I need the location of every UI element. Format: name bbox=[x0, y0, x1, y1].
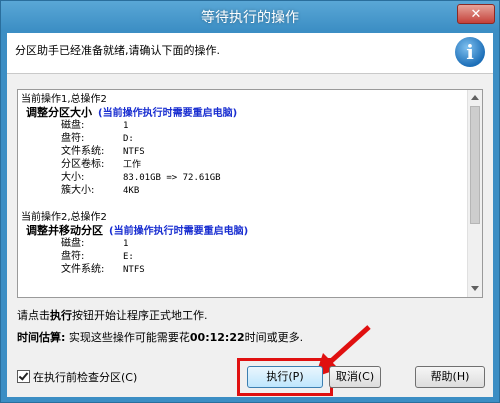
operation-1-field: 磁盘: 1 bbox=[21, 119, 465, 132]
info-icon: i bbox=[455, 37, 485, 67]
dialog-header: 分区助手已经准备就绪,请确认下面的操作. i bbox=[7, 33, 493, 74]
operation-2-title-row: 调整并移动分区 (当前操作执行时需要重启电脑) bbox=[21, 224, 465, 237]
operation-1-field: 簇大小: 4KB bbox=[21, 184, 465, 197]
operation-list-content: 当前操作1,总操作2 调整分区大小 (当前操作执行时需要重启电脑) 磁盘: 1 盘符… bbox=[21, 93, 465, 276]
operation-list[interactable]: 当前操作1,总操作2 调整分区大小 (当前操作执行时需要重启电脑) 磁盘: 1 盘符… bbox=[17, 89, 483, 298]
execute-button[interactable]: 执行(P) bbox=[247, 366, 323, 388]
estimate-time: 00:12:22 bbox=[189, 331, 245, 344]
field-value: 工作 bbox=[123, 160, 142, 170]
scroll-up-icon[interactable] bbox=[471, 95, 479, 100]
hint-suffix: 按钮开始让程序正式地工作. bbox=[72, 309, 208, 322]
operation-2-field: 盘符: E: bbox=[21, 250, 465, 263]
field-value: D: bbox=[123, 134, 134, 144]
hint-prefix: 请点击 bbox=[17, 309, 50, 322]
operation-2-field: 文件系统: NTFS bbox=[21, 263, 465, 276]
field-value: 1 bbox=[123, 239, 129, 249]
field-key: 盘符: bbox=[61, 133, 85, 144]
vertical-scrollbar[interactable] bbox=[467, 90, 482, 297]
check-partition-option[interactable]: 在执行前检查分区(C) bbox=[17, 369, 137, 385]
time-estimate: 时间估算: 实现这些操作可能需要花00:12:22时间或更多. bbox=[17, 329, 303, 345]
operation-2-field: 磁盘: 1 bbox=[21, 237, 465, 250]
field-key: 磁盘: bbox=[61, 120, 85, 131]
field-value: 1 bbox=[123, 121, 129, 131]
operation-1-field: 盘符: D: bbox=[21, 132, 465, 145]
window-title: 等待执行的操作 bbox=[201, 10, 299, 26]
field-key: 文件系统: bbox=[61, 264, 105, 275]
field-value: NTFS bbox=[123, 147, 145, 157]
hint-bold: 执行 bbox=[50, 309, 72, 322]
operation-1-field: 分区卷标: 工作 bbox=[21, 158, 465, 171]
field-key: 文件系统: bbox=[61, 146, 105, 157]
scroll-down-icon[interactable] bbox=[471, 286, 479, 291]
estimate-label: 时间估算: bbox=[17, 331, 66, 344]
scroll-thumb[interactable] bbox=[470, 106, 480, 224]
operation-1-title-row: 调整分区大小 (当前操作执行时需要重启电脑) bbox=[21, 106, 465, 119]
operation-2-note: (当前操作执行时需要重启电脑) bbox=[109, 226, 249, 237]
title-bar[interactable]: 等待执行的操作 ✕ bbox=[1, 1, 499, 33]
execute-hint: 请点击执行按钮开始让程序正式地工作. bbox=[17, 307, 208, 323]
field-value: NTFS bbox=[123, 265, 145, 275]
check-partition-checkbox[interactable] bbox=[17, 370, 30, 383]
operation-1-note: (当前操作执行时需要重启电脑) bbox=[98, 108, 238, 119]
close-button[interactable]: ✕ bbox=[457, 4, 495, 24]
operation-1-title: 调整分区大小 bbox=[26, 106, 92, 119]
header-message: 分区助手已经准备就绪,请确认下面的操作. bbox=[15, 44, 220, 57]
field-value: E: bbox=[123, 252, 134, 262]
dialog-body: 分区助手已经准备就绪,请确认下面的操作. i 当前操作1,总操作2 调整分区大小… bbox=[7, 33, 493, 397]
dialog-window: 等待执行的操作 ✕ 分区助手已经准备就绪,请确认下面的操作. i 当前操作1,总… bbox=[0, 0, 500, 403]
field-key: 磁盘: bbox=[61, 238, 85, 249]
field-value: 83.01GB => 72.61GB bbox=[123, 173, 221, 183]
operation-1-field: 文件系统: NTFS bbox=[21, 145, 465, 158]
operation-1-header: 当前操作1,总操作2 bbox=[21, 94, 107, 105]
cancel-button[interactable]: 取消(C) bbox=[329, 366, 381, 388]
operation-2-title: 调整并移动分区 bbox=[26, 224, 103, 237]
check-partition-label: 在执行前检查分区(C) bbox=[33, 371, 138, 384]
field-value: 4KB bbox=[123, 186, 140, 196]
field-key: 大小: bbox=[61, 172, 85, 183]
help-button[interactable]: 帮助(H) bbox=[415, 366, 485, 388]
estimate-prefix: 实现这些操作可能需要花 bbox=[65, 331, 190, 344]
estimate-suffix: 时间或更多. bbox=[244, 331, 304, 344]
field-key: 盘符: bbox=[61, 251, 85, 262]
operation-2-header: 当前操作2,总操作2 bbox=[21, 212, 107, 223]
operation-1-field: 大小: 83.01GB => 72.61GB bbox=[21, 171, 465, 184]
field-key: 簇大小: bbox=[61, 185, 95, 196]
field-key: 分区卷标: bbox=[61, 159, 105, 170]
